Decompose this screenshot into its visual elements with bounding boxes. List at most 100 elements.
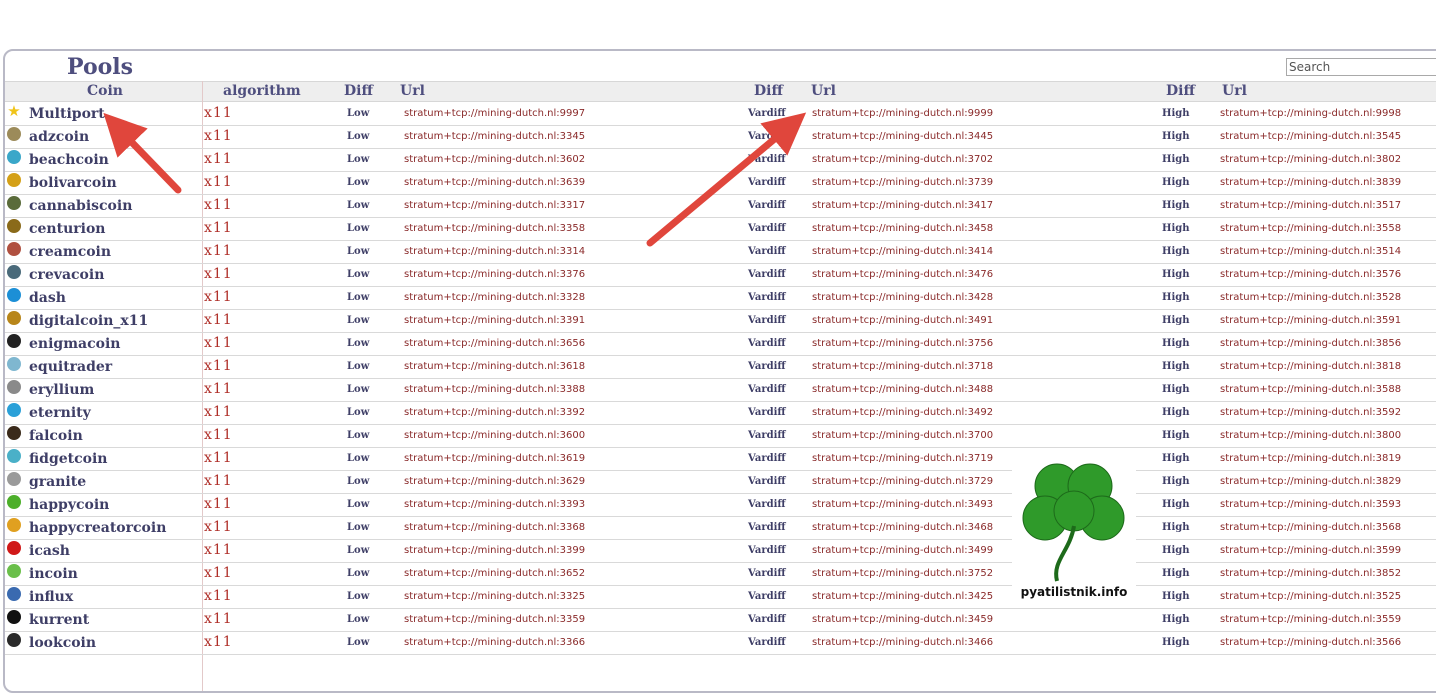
url-low-cell[interactable]: stratum+tcp://mining-dutch.nl:3602: [404, 154, 585, 165]
url-vardiff-cell[interactable]: stratum+tcp://mining-dutch.nl:3718: [812, 361, 993, 372]
url-vardiff-cell[interactable]: stratum+tcp://mining-dutch.nl:3499: [812, 545, 993, 556]
url-vardiff-cell[interactable]: stratum+tcp://mining-dutch.nl:3719: [812, 453, 993, 464]
url-high-cell[interactable]: stratum+tcp://mining-dutch.nl:3839: [1220, 177, 1401, 188]
coin-name[interactable]: granite: [29, 474, 86, 490]
url-vardiff-cell[interactable]: stratum+tcp://mining-dutch.nl:3488: [812, 384, 993, 395]
url-low-cell[interactable]: stratum+tcp://mining-dutch.nl:3600: [404, 430, 585, 441]
url-high-cell[interactable]: stratum+tcp://mining-dutch.nl:3576: [1220, 269, 1401, 280]
search-input[interactable]: [1286, 58, 1436, 76]
url-vardiff-cell[interactable]: stratum+tcp://mining-dutch.nl:3729: [812, 476, 993, 487]
coin-name[interactable]: centurion: [29, 221, 105, 237]
header-url-vardiff[interactable]: Url: [811, 83, 836, 99]
url-low-cell[interactable]: stratum+tcp://mining-dutch.nl:3619: [404, 453, 585, 464]
url-vardiff-cell[interactable]: stratum+tcp://mining-dutch.nl:9999: [812, 108, 993, 119]
url-vardiff-cell[interactable]: stratum+tcp://mining-dutch.nl:3458: [812, 223, 993, 234]
url-high-cell[interactable]: stratum+tcp://mining-dutch.nl:3558: [1220, 223, 1401, 234]
coin-name[interactable]: crevacoin: [29, 267, 104, 283]
coin-name[interactable]: eternity: [29, 405, 91, 421]
url-low-cell[interactable]: stratum+tcp://mining-dutch.nl:3618: [404, 361, 585, 372]
url-low-cell[interactable]: stratum+tcp://mining-dutch.nl:3656: [404, 338, 585, 349]
url-vardiff-cell[interactable]: stratum+tcp://mining-dutch.nl:3493: [812, 499, 993, 510]
url-low-cell[interactable]: stratum+tcp://mining-dutch.nl:9997: [404, 108, 585, 119]
url-high-cell[interactable]: stratum+tcp://mining-dutch.nl:3591: [1220, 315, 1401, 326]
coin-name[interactable]: digitalcoin_x11: [29, 313, 148, 329]
coin-name[interactable]: incoin: [29, 566, 78, 582]
url-high-cell[interactable]: stratum+tcp://mining-dutch.nl:3819: [1220, 453, 1401, 464]
url-low-cell[interactable]: stratum+tcp://mining-dutch.nl:3328: [404, 292, 585, 303]
url-low-cell[interactable]: stratum+tcp://mining-dutch.nl:3388: [404, 384, 585, 395]
url-low-cell[interactable]: stratum+tcp://mining-dutch.nl:3359: [404, 614, 585, 625]
coin-name[interactable]: lookcoin: [29, 635, 96, 651]
url-high-cell[interactable]: stratum+tcp://mining-dutch.nl:3599: [1220, 545, 1401, 556]
url-high-cell[interactable]: stratum+tcp://mining-dutch.nl:3800: [1220, 430, 1401, 441]
header-url-low[interactable]: Url: [400, 83, 425, 99]
header-coin[interactable]: Coin: [87, 83, 123, 99]
url-high-cell[interactable]: stratum+tcp://mining-dutch.nl:3818: [1220, 361, 1401, 372]
coin-name[interactable]: cannabiscoin: [29, 198, 132, 214]
coin-name[interactable]: falcoin: [29, 428, 83, 444]
url-high-cell[interactable]: stratum+tcp://mining-dutch.nl:3545: [1220, 131, 1401, 142]
coin-name[interactable]: happycoin: [29, 497, 109, 513]
url-vardiff-cell[interactable]: stratum+tcp://mining-dutch.nl:3739: [812, 177, 993, 188]
coin-name[interactable]: bolivarcoin: [29, 175, 117, 191]
url-vardiff-cell[interactable]: stratum+tcp://mining-dutch.nl:3417: [812, 200, 993, 211]
coin-name[interactable]: equitrader: [29, 359, 112, 375]
url-low-cell[interactable]: stratum+tcp://mining-dutch.nl:3358: [404, 223, 585, 234]
url-low-cell[interactable]: stratum+tcp://mining-dutch.nl:3376: [404, 269, 585, 280]
coin-name[interactable]: dash: [29, 290, 66, 306]
url-vardiff-cell[interactable]: stratum+tcp://mining-dutch.nl:3459: [812, 614, 993, 625]
url-low-cell[interactable]: stratum+tcp://mining-dutch.nl:3325: [404, 591, 585, 602]
coin-name[interactable]: enigmacoin: [29, 336, 120, 352]
coin-name[interactable]: happycreatorcoin: [29, 520, 166, 536]
coin-name[interactable]: eryllium: [29, 382, 94, 398]
url-low-cell[interactable]: stratum+tcp://mining-dutch.nl:3652: [404, 568, 585, 579]
url-high-cell[interactable]: stratum+tcp://mining-dutch.nl:3829: [1220, 476, 1401, 487]
url-low-cell[interactable]: stratum+tcp://mining-dutch.nl:3399: [404, 545, 585, 556]
url-high-cell[interactable]: stratum+tcp://mining-dutch.nl:3588: [1220, 384, 1401, 395]
url-high-cell[interactable]: stratum+tcp://mining-dutch.nl:3559: [1220, 614, 1401, 625]
url-high-cell[interactable]: stratum+tcp://mining-dutch.nl:3592: [1220, 407, 1401, 418]
url-low-cell[interactable]: stratum+tcp://mining-dutch.nl:3345: [404, 131, 585, 142]
url-high-cell[interactable]: stratum+tcp://mining-dutch.nl:3568: [1220, 522, 1401, 533]
url-low-cell[interactable]: stratum+tcp://mining-dutch.nl:3368: [404, 522, 585, 533]
url-high-cell[interactable]: stratum+tcp://mining-dutch.nl:3852: [1220, 568, 1401, 579]
url-high-cell[interactable]: stratum+tcp://mining-dutch.nl:3856: [1220, 338, 1401, 349]
url-high-cell[interactable]: stratum+tcp://mining-dutch.nl:3802: [1220, 154, 1401, 165]
url-vardiff-cell[interactable]: stratum+tcp://mining-dutch.nl:3428: [812, 292, 993, 303]
url-vardiff-cell[interactable]: stratum+tcp://mining-dutch.nl:3466: [812, 637, 993, 648]
coin-name[interactable]: icash: [29, 543, 70, 559]
url-vardiff-cell[interactable]: stratum+tcp://mining-dutch.nl:3468: [812, 522, 993, 533]
url-high-cell[interactable]: stratum+tcp://mining-dutch.nl:3517: [1220, 200, 1401, 211]
header-url-high[interactable]: Url: [1222, 83, 1247, 99]
header-diff-low[interactable]: Diff: [344, 83, 373, 99]
url-low-cell[interactable]: stratum+tcp://mining-dutch.nl:3366: [404, 637, 585, 648]
url-high-cell[interactable]: stratum+tcp://mining-dutch.nl:3525: [1220, 591, 1401, 602]
url-vardiff-cell[interactable]: stratum+tcp://mining-dutch.nl:3492: [812, 407, 993, 418]
url-vardiff-cell[interactable]: stratum+tcp://mining-dutch.nl:3445: [812, 131, 993, 142]
url-low-cell[interactable]: stratum+tcp://mining-dutch.nl:3639: [404, 177, 585, 188]
url-low-cell[interactable]: stratum+tcp://mining-dutch.nl:3629: [404, 476, 585, 487]
coin-name[interactable]: adzcoin: [29, 129, 89, 145]
url-vardiff-cell[interactable]: stratum+tcp://mining-dutch.nl:3756: [812, 338, 993, 349]
url-vardiff-cell[interactable]: stratum+tcp://mining-dutch.nl:3414: [812, 246, 993, 257]
coin-name[interactable]: influx: [29, 589, 73, 605]
url-low-cell[interactable]: stratum+tcp://mining-dutch.nl:3391: [404, 315, 585, 326]
coin-name[interactable]: fidgetcoin: [29, 451, 108, 467]
url-low-cell[interactable]: stratum+tcp://mining-dutch.nl:3317: [404, 200, 585, 211]
url-high-cell[interactable]: stratum+tcp://mining-dutch.nl:9998: [1220, 108, 1401, 119]
url-high-cell[interactable]: stratum+tcp://mining-dutch.nl:3514: [1220, 246, 1401, 257]
header-algorithm[interactable]: algorithm: [223, 83, 301, 99]
url-low-cell[interactable]: stratum+tcp://mining-dutch.nl:3314: [404, 246, 585, 257]
url-vardiff-cell[interactable]: stratum+tcp://mining-dutch.nl:3476: [812, 269, 993, 280]
url-high-cell[interactable]: stratum+tcp://mining-dutch.nl:3528: [1220, 292, 1401, 303]
url-vardiff-cell[interactable]: stratum+tcp://mining-dutch.nl:3425: [812, 591, 993, 602]
url-high-cell[interactable]: stratum+tcp://mining-dutch.nl:3593: [1220, 499, 1401, 510]
url-vardiff-cell[interactable]: stratum+tcp://mining-dutch.nl:3491: [812, 315, 993, 326]
coin-name[interactable]: creamcoin: [29, 244, 111, 260]
coin-name[interactable]: kurrent: [29, 612, 89, 628]
url-vardiff-cell[interactable]: stratum+tcp://mining-dutch.nl:3700: [812, 430, 993, 441]
header-diff-high[interactable]: Diff: [1166, 83, 1195, 99]
coin-name[interactable]: beachcoin: [29, 152, 109, 168]
header-diff-vardiff[interactable]: Diff: [754, 83, 783, 99]
url-vardiff-cell[interactable]: stratum+tcp://mining-dutch.nl:3702: [812, 154, 993, 165]
